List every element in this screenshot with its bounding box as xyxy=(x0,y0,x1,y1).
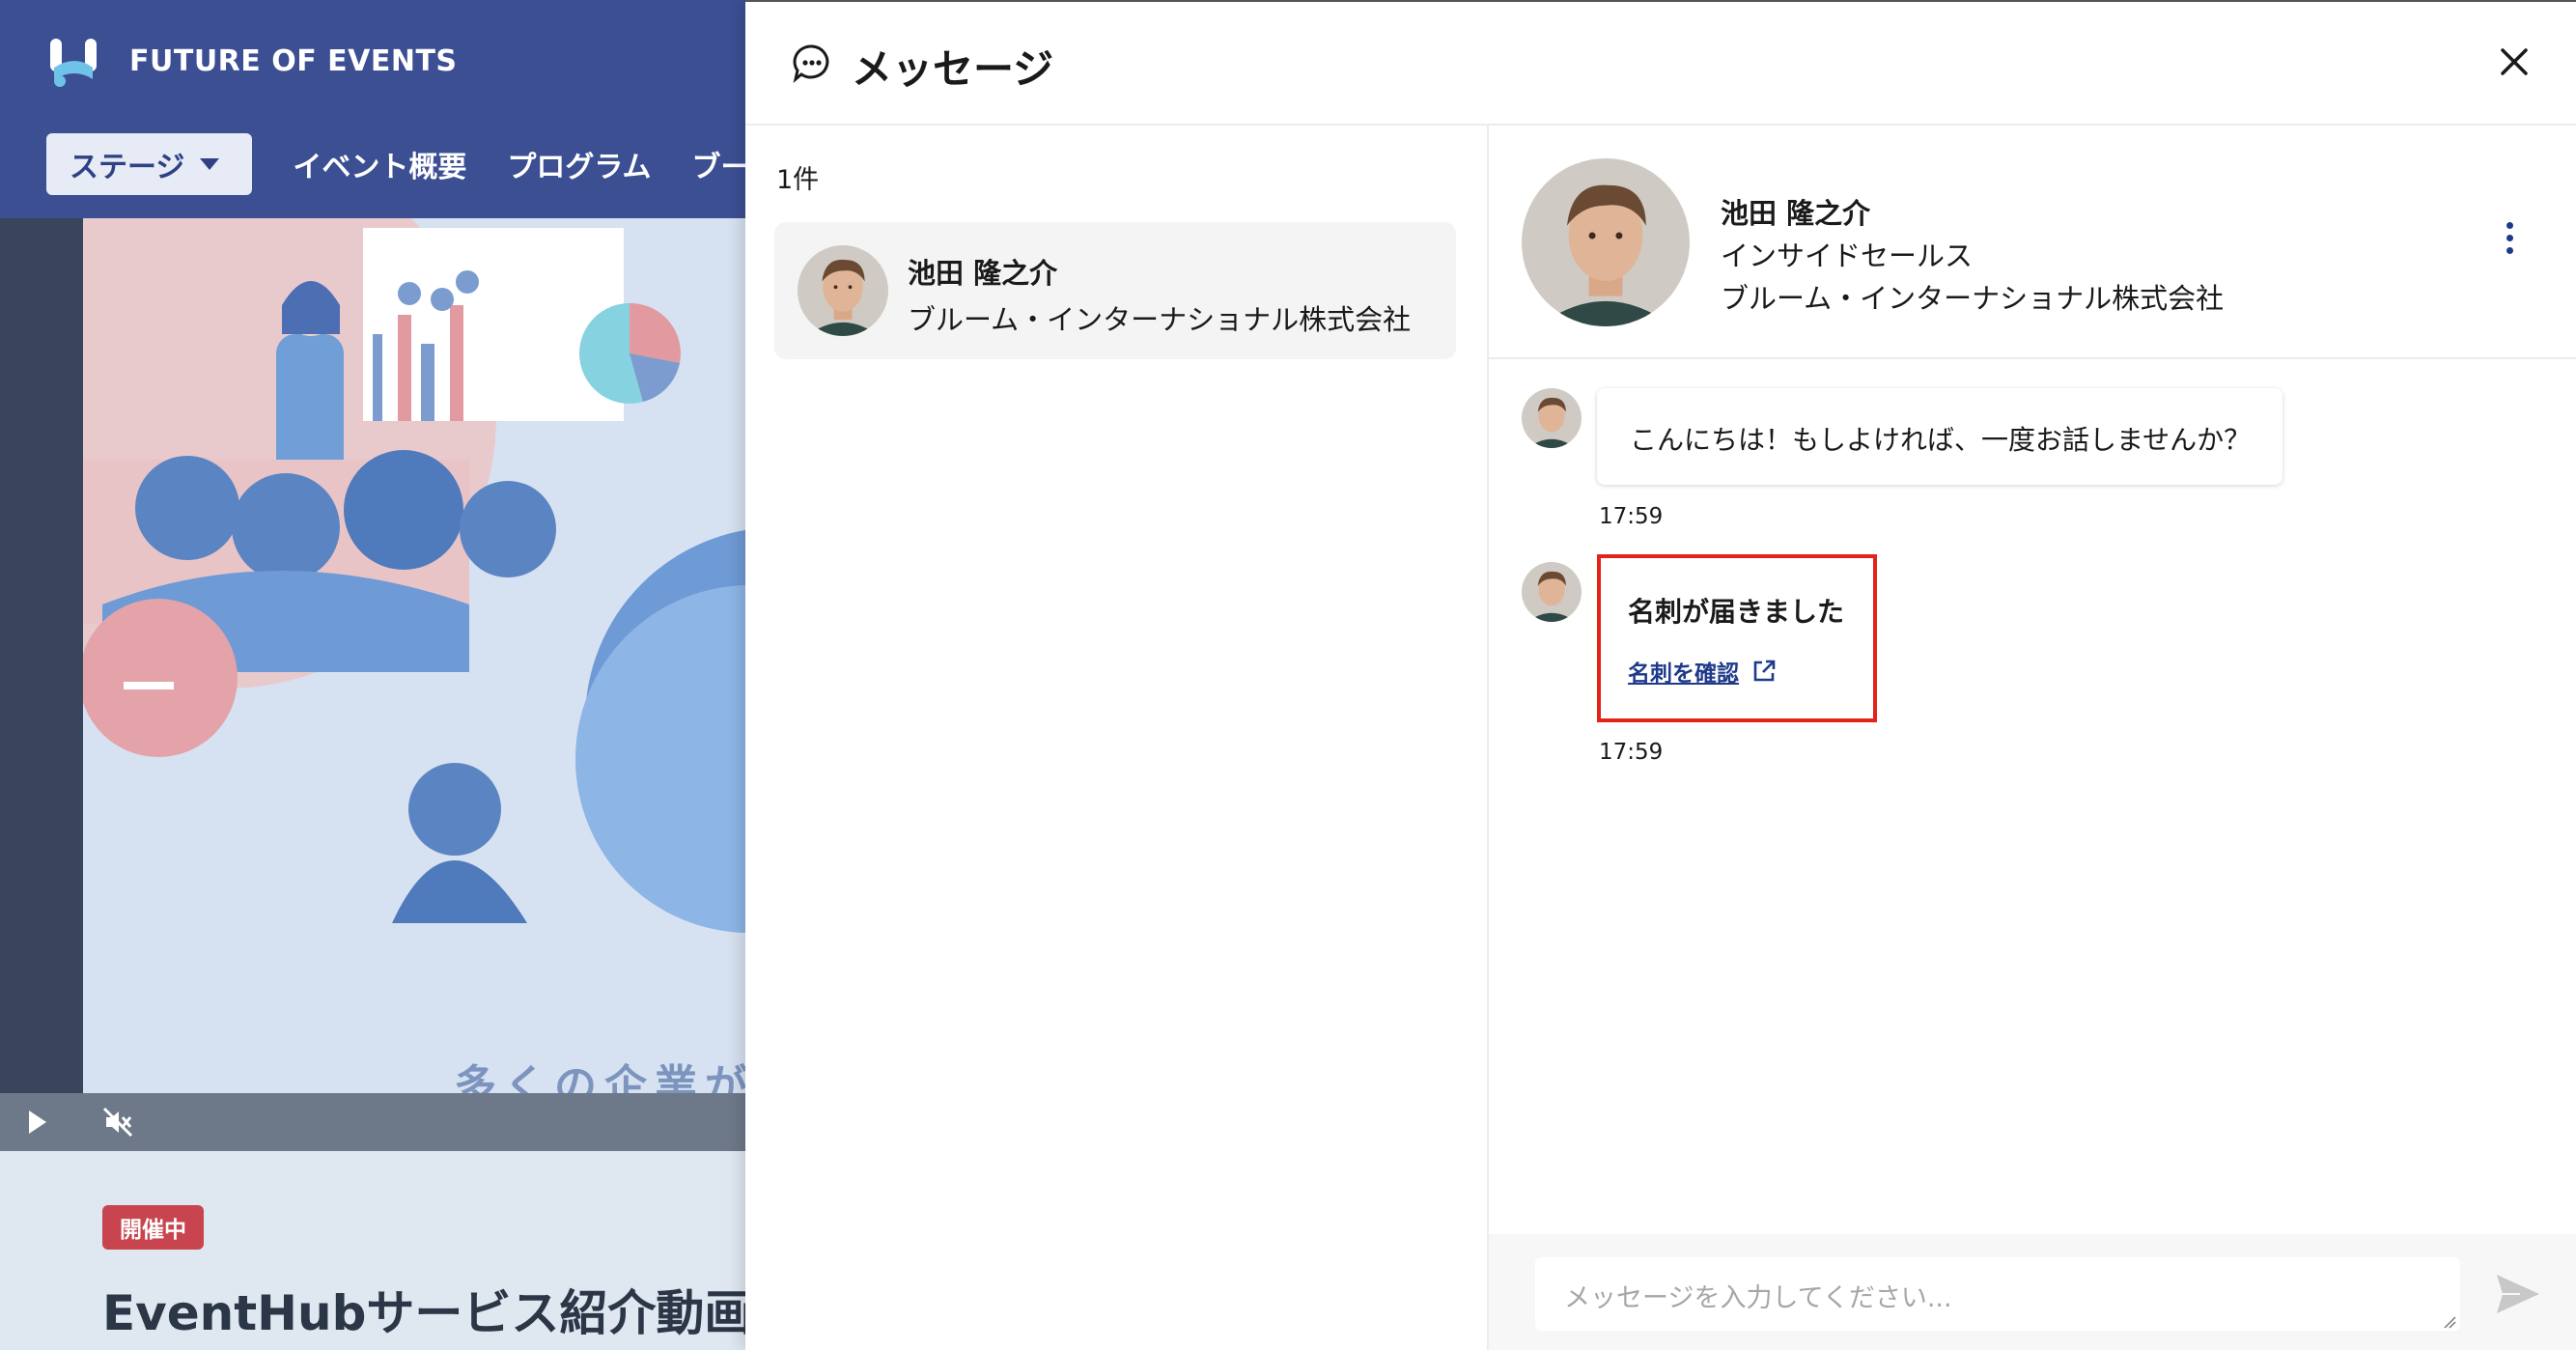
main-nav: ステージ イベント概要 プログラム ブー xyxy=(46,133,745,195)
video-controls xyxy=(0,1093,745,1151)
message-text: こんにちは！もしよければ、一度お話しませんか？ xyxy=(1630,424,2252,456)
panel-title: メッセージ xyxy=(852,45,1054,93)
panel-header: メッセージ xyxy=(745,0,2576,126)
conversation-list: 1件 池田 隆之介 ブルーム・インターナショナル株式会社 xyxy=(745,126,1489,1350)
play-icon[interactable] xyxy=(29,1111,46,1134)
avatar xyxy=(1522,562,1582,622)
event-info: 開催中 EventHubサービス紹介動画 xyxy=(0,1151,745,1350)
business-card-title: 名刺が届きました xyxy=(1628,596,1845,628)
business-card-message: 名刺が届きました 名刺を確認 xyxy=(1597,554,1877,722)
profile-role: インサイドセールス xyxy=(1721,239,1974,272)
avatar xyxy=(798,245,888,336)
message-composer xyxy=(1489,1234,2576,1350)
message-bubble: こんにちは！もしよければ、一度お話しませんか？ xyxy=(1597,388,2282,485)
more-vertical-icon[interactable] xyxy=(2503,222,2516,261)
video-side-bar xyxy=(0,218,83,1151)
brand-name: FUTURE OF EVENTS xyxy=(129,44,458,78)
profile-name: 池田 隆之介 xyxy=(1721,197,1871,230)
external-link-icon[interactable] xyxy=(1750,658,1778,685)
panel-top-border xyxy=(745,0,2576,2)
mute-icon[interactable] xyxy=(100,1105,135,1139)
video-player[interactable]: 多くの企業が xyxy=(0,218,745,1151)
send-icon[interactable] xyxy=(2495,1273,2541,1315)
caret-down-icon xyxy=(200,158,220,170)
profile-header: 池田 隆之介 インサイドセールス ブルーム・インターナショナル株式会社 xyxy=(1489,126,2576,359)
view-business-card-label[interactable]: 名刺を確認 xyxy=(1628,655,1739,688)
nav-stage-dropdown[interactable]: ステージ xyxy=(46,133,253,195)
avatar xyxy=(1522,158,1690,326)
profile-company: ブルーム・インターナショナル株式会社 xyxy=(1721,282,2225,315)
close-icon[interactable] xyxy=(2495,42,2534,81)
event-title: EventHubサービス紹介動画 xyxy=(102,1285,745,1341)
conversation-count: 1件 xyxy=(776,165,820,195)
message-panel: メッセージ 1件 池田 隆之介 ブルーム・インターナショナル株式会社 池田 隆之… xyxy=(745,0,2576,1350)
conversation-company: ブルーム・インターナショナル株式会社 xyxy=(908,303,1412,336)
chat-bubble-icon xyxy=(793,44,829,83)
brand-logo-icon xyxy=(50,39,97,87)
status-badge: 開催中 xyxy=(102,1205,204,1250)
avatar xyxy=(1522,388,1582,448)
nav-item-program[interactable]: プログラム xyxy=(507,143,651,185)
resize-handle-icon[interactable] xyxy=(2443,1315,2456,1329)
conversation-item[interactable]: 池田 隆之介 ブルーム・インターナショナル株式会社 xyxy=(774,222,1456,359)
nav-item-overview[interactable]: イベント概要 xyxy=(293,143,466,185)
message-input[interactable] xyxy=(1535,1257,2460,1331)
chat-view: 池田 隆之介 インサイドセールス ブルーム・インターナショナル株式会社 こんにち… xyxy=(1489,126,2576,1350)
view-business-card-link[interactable]: 名刺を確認 xyxy=(1628,655,1778,688)
nav-item-booth[interactable]: ブー xyxy=(692,143,745,185)
message-timestamp: 17:59 xyxy=(1599,740,1664,765)
nav-stage-label: ステージ xyxy=(70,151,185,184)
video-illustration xyxy=(83,218,745,933)
conversation-name: 池田 隆之介 xyxy=(908,257,1058,290)
message-timestamp: 17:59 xyxy=(1599,504,1664,529)
background-event-page: FUTURE OF EVENTS ステージ イベント概要 プログラム ブー 多く… xyxy=(0,0,745,1350)
event-header: FUTURE OF EVENTS ステージ イベント概要 プログラム ブー xyxy=(0,0,745,218)
